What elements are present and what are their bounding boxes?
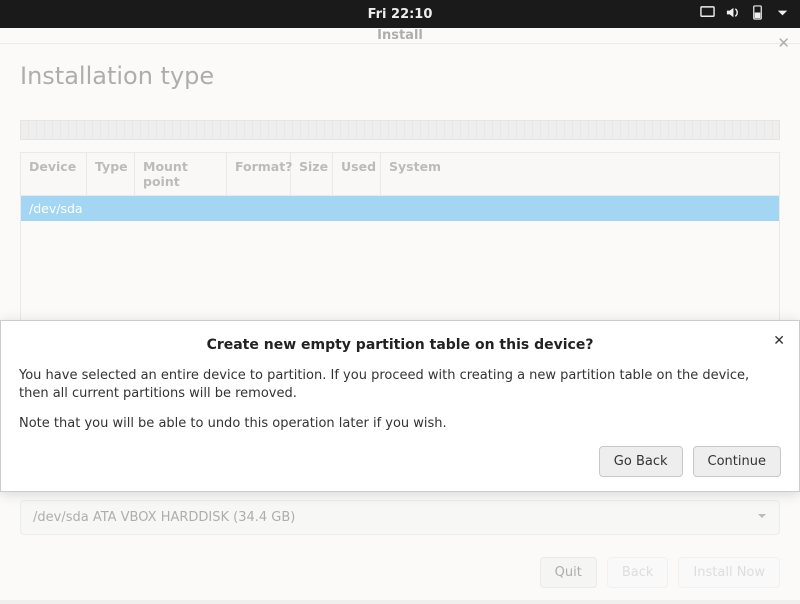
dialog-title: Create new empty partition table on this… [19, 337, 781, 353]
clock: Fri 22:10 [368, 7, 433, 22]
system-tray[interactable] [700, 0, 790, 28]
chevron-down-icon [775, 5, 790, 24]
continue-button[interactable]: Continue [693, 446, 781, 477]
volume-icon [725, 5, 740, 24]
battery-icon [750, 5, 765, 24]
dialog-body-2: Note that you will be able to undo this … [19, 415, 781, 433]
installer-window: Install ✕ Installation type Device Type … [0, 28, 800, 600]
screen-icon [700, 5, 715, 24]
dialog-body-1: You have selected an entire device to pa… [19, 367, 781, 403]
close-icon[interactable]: ✕ [773, 333, 785, 349]
confirm-partition-table-dialog: ✕ Create new empty partition table on th… [0, 320, 800, 492]
desktop-top-bar: Fri 22:10 [0, 0, 800, 28]
modal-overlay [0, 28, 800, 600]
go-back-button[interactable]: Go Back [599, 446, 683, 477]
dialog-actions: Go Back Continue [19, 446, 781, 477]
